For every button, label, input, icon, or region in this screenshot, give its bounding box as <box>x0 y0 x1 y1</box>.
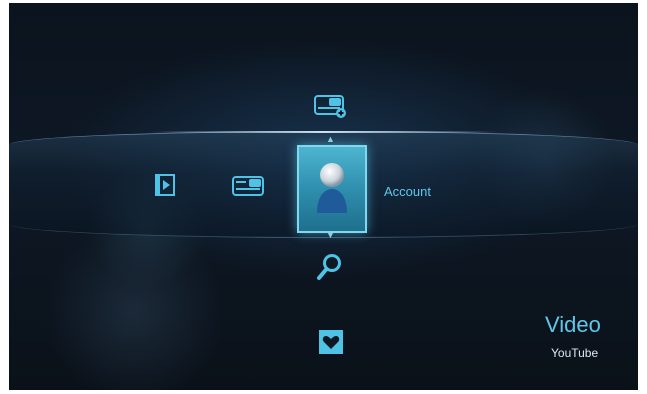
video-file-icon[interactable] <box>155 174 175 201</box>
section-subtitle: YouTube <box>551 346 599 360</box>
account-tile[interactable] <box>297 145 367 233</box>
youtube-logo-icon[interactable] <box>232 176 264 201</box>
media-player-screen: ▲ ▼ Account Video YouTube <box>9 3 638 390</box>
scroll-up-icon[interactable]: ▲ <box>326 134 335 144</box>
user-account-icon <box>314 159 350 220</box>
selected-item-label: Account <box>384 184 431 199</box>
band-highlight <box>149 131 499 133</box>
search-icon[interactable] <box>317 253 343 286</box>
youtube-add-icon[interactable] <box>314 95 348 124</box>
section-title: Video <box>545 312 601 337</box>
favorite-heart-icon[interactable] <box>319 330 343 359</box>
scroll-down-icon[interactable]: ▼ <box>326 230 335 240</box>
